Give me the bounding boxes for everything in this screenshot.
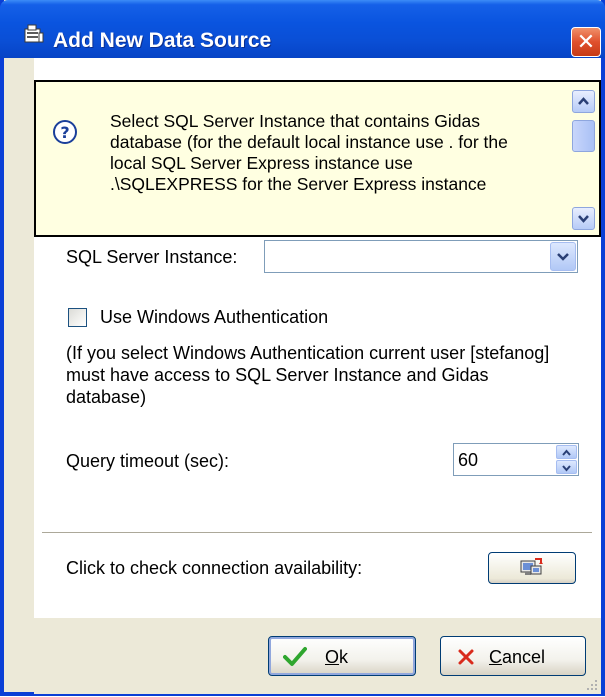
check-connection-button[interactable]	[488, 552, 576, 584]
data-source-icon	[24, 24, 44, 44]
dialog-window: Add New Data Source ✕ ? Select SQL Serve…	[0, 0, 605, 696]
timeout-spinner[interactable]: 60	[453, 443, 579, 476]
svg-text:?: ?	[60, 123, 69, 142]
question-icon: ?	[52, 119, 78, 145]
dialog-content: ? Select SQL Server Instance that contai…	[34, 58, 601, 694]
info-panel: ? Select SQL Server Instance that contai…	[34, 80, 601, 237]
info-text: Select SQL Server Instance that contains…	[110, 111, 508, 194]
ok-label: Ok	[325, 647, 349, 667]
chevron-down-icon	[562, 465, 571, 472]
timeout-label: Query timeout (sec):	[66, 451, 230, 471]
close-button[interactable]: ✕	[571, 27, 601, 57]
title-bar[interactable]: Add New Data Source ✕	[0, 0, 605, 58]
windows-auth-note: (If you select Windows Authentication cu…	[66, 343, 550, 407]
check-icon	[283, 646, 307, 668]
window-title: Add New Data Source	[53, 29, 272, 52]
chevron-down-icon	[557, 253, 569, 261]
check-connection-icon	[520, 558, 543, 575]
scroll-down-button[interactable]	[572, 207, 595, 230]
section-divider	[42, 532, 592, 534]
cancel-label: Cancel	[489, 647, 546, 667]
instance-dropdown-button[interactable]	[550, 242, 576, 271]
info-scrollbar[interactable]	[572, 90, 595, 230]
timeout-spin-buttons[interactable]	[556, 445, 577, 474]
instance-label: SQL Server Instance:	[66, 247, 238, 267]
resize-grip[interactable]	[585, 678, 599, 692]
close-x-icon	[455, 646, 479, 668]
check-connection-label: Click to check connection availability:	[66, 558, 363, 578]
timeout-input[interactable]: 60	[458, 450, 478, 471]
ok-button[interactable]: Ok	[268, 636, 416, 676]
windows-auth-checkbox[interactable]	[68, 308, 87, 327]
instance-combobox[interactable]	[264, 240, 578, 273]
scroll-up-button[interactable]	[572, 90, 595, 113]
chevron-up-icon	[578, 97, 589, 105]
scroll-thumb[interactable]	[572, 120, 595, 152]
cancel-button[interactable]: Cancel	[440, 636, 586, 676]
spin-up-button[interactable]	[556, 445, 577, 459]
chevron-down-icon	[578, 215, 589, 223]
windows-auth-label[interactable]: Use Windows Authentication	[100, 307, 328, 328]
chevron-up-icon	[562, 449, 571, 456]
spin-down-button[interactable]	[556, 460, 577, 474]
